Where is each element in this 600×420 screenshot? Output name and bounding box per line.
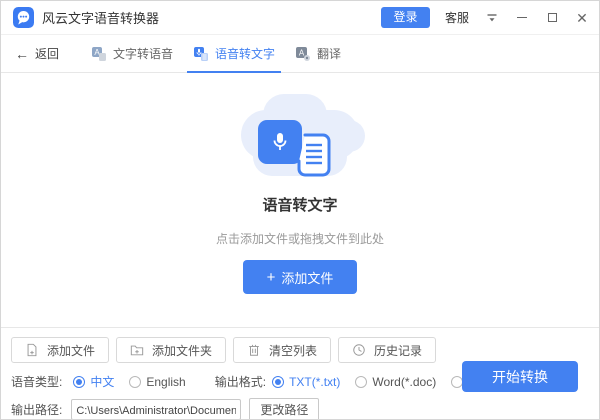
- back-arrow-icon: ←: [15, 45, 29, 62]
- tab-label: 文字转语音: [113, 47, 174, 61]
- voice-option-label: 中文: [90, 375, 115, 389]
- add-file-button[interactable]: + 添加文件: [243, 260, 357, 294]
- dropzone-hint: 点击添加文件或拖拽文件到此处: [215, 232, 384, 246]
- clock-icon: [353, 344, 365, 356]
- app-logo-icon: [13, 7, 34, 28]
- history-toolbar-button[interactable]: 历史记录: [338, 337, 437, 363]
- start-conversion-button[interactable]: 开始转换: [462, 361, 578, 392]
- output-path-label: 输出路径:: [11, 403, 63, 417]
- tab-text-to-speech[interactable]: A 文字转语音: [81, 35, 183, 72]
- tab-translate[interactable]: A 翻译: [285, 35, 351, 72]
- voice-option-english[interactable]: English: [129, 374, 186, 389]
- radio-icon: [73, 375, 86, 388]
- tab-label: 翻译: [317, 47, 342, 61]
- radio-icon: [355, 375, 368, 388]
- change-path-button[interactable]: 更改路径: [249, 398, 320, 419]
- voice-option-chinese[interactable]: 中文: [73, 373, 114, 390]
- bottom-panel: 添加文件 添加文件夹 清空列表 历史记录 语音类型: 中文 English 输出…: [1, 328, 599, 419]
- trash-icon: [249, 344, 259, 356]
- menu-icon[interactable]: [485, 11, 499, 25]
- speech-to-text-icon: [193, 46, 209, 62]
- minimize-icon[interactable]: [515, 11, 529, 25]
- titlebar: 风云文字语音转换器 登录 客服 ✕: [1, 1, 599, 35]
- add-folder-toolbar-button[interactable]: 添加文件夹: [116, 337, 227, 363]
- radio-icon: [272, 375, 285, 388]
- maximize-icon[interactable]: [545, 11, 559, 25]
- tab-speech-to-text[interactable]: 语音转文字: [183, 35, 285, 73]
- folder-plus-icon: [130, 345, 144, 356]
- dropzone-title: 语音转文字: [262, 197, 338, 214]
- output-path-input[interactable]: [71, 399, 242, 419]
- voice-type-label: 语音类型:: [11, 375, 63, 389]
- file-plus-icon: [27, 343, 37, 357]
- back-label: 返回: [35, 47, 60, 61]
- toolbar-button-label: 添加文件夹: [152, 343, 213, 358]
- close-icon[interactable]: ✕: [575, 11, 589, 25]
- format-option-doc[interactable]: Word(*.doc): [355, 375, 436, 389]
- format-option-label: TXT(*.txt): [289, 374, 341, 389]
- toolbar-button-label: 添加文件: [47, 343, 96, 358]
- document-icon: [295, 131, 333, 184]
- toolbar-button-label: 历史记录: [374, 343, 423, 358]
- app-window: 风云文字语音转换器 登录 客服 ✕ ← 返回 A 文字转语音 语音转文字 A 翻…: [0, 0, 600, 420]
- output-path-row: 输出路径: 更改路径: [11, 398, 589, 419]
- app-title: 风云文字语音转换器: [42, 11, 160, 26]
- svg-text:A: A: [299, 48, 305, 57]
- output-format-label: 输出格式:: [214, 375, 267, 389]
- login-button[interactable]: 登录: [380, 7, 430, 28]
- support-link[interactable]: 客服: [445, 9, 469, 26]
- voice-option-label: English: [146, 374, 186, 389]
- back-button[interactable]: ← 返回: [15, 35, 59, 72]
- translate-icon: A: [295, 46, 311, 62]
- toolbar: 添加文件 添加文件夹 清空列表 历史记录: [11, 337, 589, 363]
- file-dropzone[interactable]: 语音转文字 点击添加文件或拖拽文件到此处 + 添加文件: [1, 73, 599, 328]
- clear-list-toolbar-button[interactable]: 清空列表: [233, 337, 332, 363]
- text-to-speech-icon: A: [91, 46, 107, 62]
- add-file-label: 添加文件: [281, 270, 334, 286]
- cloud-shape: [333, 120, 365, 152]
- plus-icon: +: [266, 268, 276, 286]
- format-option-txt[interactable]: TXT(*.txt): [272, 375, 340, 389]
- tab-label: 语音转文字: [215, 47, 276, 61]
- radio-icon: [129, 375, 142, 388]
- toolbar-button-label: 清空列表: [269, 343, 318, 358]
- add-file-toolbar-button[interactable]: 添加文件: [11, 337, 110, 363]
- format-option-label: Word(*.doc): [372, 374, 437, 389]
- tabbar: ← 返回 A 文字转语音 语音转文字 A 翻译: [1, 35, 599, 73]
- speech-to-text-illustration: [235, 94, 365, 179]
